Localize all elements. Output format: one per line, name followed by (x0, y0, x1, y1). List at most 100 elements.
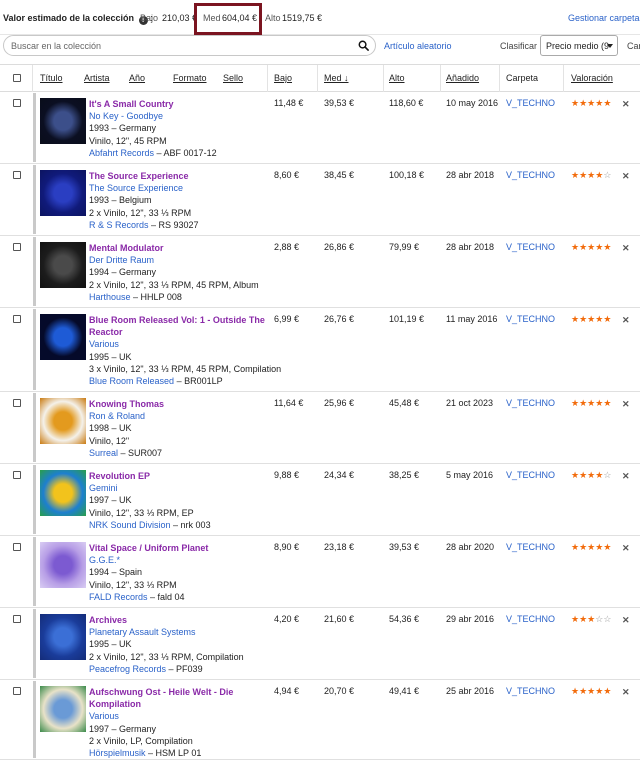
rating-stars[interactable]: ★★★★★ (571, 542, 611, 553)
release-title-link[interactable]: Mental Modulator (89, 242, 267, 254)
column-high[interactable]: Alto (389, 73, 405, 83)
search-input[interactable] (11, 39, 351, 52)
rating-stars[interactable]: ★★★★☆ (571, 170, 611, 181)
row-checkbox[interactable] (13, 399, 21, 407)
folder-link[interactable]: V_TECHNO (506, 542, 555, 552)
release-title-link[interactable]: Vital Space / Uniform Planet (89, 542, 267, 554)
row-checkbox[interactable] (13, 471, 21, 479)
release-label-link[interactable]: Peacefrog Records (89, 664, 166, 674)
row-checkbox[interactable] (13, 99, 21, 107)
release-title-link[interactable]: It's A Small Country (89, 98, 267, 110)
row-checkbox[interactable] (13, 543, 21, 551)
release-title-link[interactable]: Revolution EP (89, 470, 267, 482)
release-artist-link[interactable]: The Source Experience (89, 182, 267, 194)
star-icon[interactable]: ★ (579, 98, 587, 108)
row-drag-handle[interactable] (33, 309, 36, 390)
star-icon[interactable]: ★ (579, 470, 587, 480)
column-format[interactable]: Formato (173, 73, 207, 83)
column-label[interactable]: Sello (223, 73, 243, 83)
star-icon[interactable]: ★ (579, 614, 587, 624)
star-icon[interactable]: ★ (603, 398, 611, 408)
folder-link[interactable]: V_TECHNO (506, 614, 555, 624)
star-icon[interactable]: ☆ (603, 470, 611, 480)
star-icon[interactable]: ★ (603, 314, 611, 324)
release-thumbnail[interactable] (40, 686, 86, 732)
folder-link[interactable]: V_TECHNO (506, 170, 555, 180)
star-icon[interactable]: ★ (571, 686, 579, 696)
star-icon[interactable]: ☆ (603, 614, 611, 624)
manage-folders-link[interactable]: Gestionar carpetas (568, 13, 640, 23)
star-icon[interactable]: ★ (603, 686, 611, 696)
truncated-control-label[interactable]: Car (627, 41, 640, 51)
rating-stars[interactable]: ★★★★★ (571, 686, 611, 697)
release-label-link[interactable]: Surreal (89, 448, 118, 458)
star-icon[interactable]: ★ (571, 398, 579, 408)
release-thumbnail[interactable] (40, 398, 86, 444)
rating-stars[interactable]: ★★★★★ (571, 242, 611, 253)
row-checkbox[interactable] (13, 315, 21, 323)
remove-rating-icon[interactable]: ✕ (622, 243, 630, 254)
star-icon[interactable]: ★ (603, 542, 611, 552)
star-icon[interactable]: ★ (571, 470, 579, 480)
column-rating[interactable]: Valoración (571, 73, 613, 83)
remove-rating-icon[interactable]: ✕ (622, 171, 630, 182)
column-year[interactable]: Año (129, 73, 145, 83)
release-artist-link[interactable]: Ron & Roland (89, 410, 267, 422)
row-drag-handle[interactable] (33, 165, 36, 234)
remove-rating-icon[interactable]: ✕ (622, 315, 630, 326)
release-title-link[interactable]: Archives (89, 614, 267, 626)
release-thumbnail[interactable] (40, 170, 86, 216)
star-icon[interactable]: ★ (571, 98, 579, 108)
folder-link[interactable]: V_TECHNO (506, 686, 555, 696)
row-checkbox[interactable] (13, 687, 21, 695)
remove-rating-icon[interactable]: ✕ (622, 399, 630, 410)
star-icon[interactable]: ☆ (603, 170, 611, 180)
row-drag-handle[interactable] (33, 681, 36, 758)
release-artist-link[interactable]: Der Dritte Raum (89, 254, 267, 266)
release-thumbnail[interactable] (40, 242, 86, 288)
rating-stars[interactable]: ★★★★★ (571, 314, 611, 325)
release-artist-link[interactable]: No Key - Goodbye (89, 110, 267, 122)
release-title-link[interactable]: The Source Experience (89, 170, 267, 182)
star-icon[interactable]: ★ (579, 398, 587, 408)
rating-stars[interactable]: ★★★★★ (571, 98, 611, 109)
column-low[interactable]: Bajo (274, 73, 292, 83)
folder-link[interactable]: V_TECHNO (506, 98, 555, 108)
release-label-link[interactable]: Harthouse (89, 292, 131, 302)
folder-link[interactable]: V_TECHNO (506, 398, 555, 408)
search-box[interactable] (3, 35, 376, 56)
release-label-link[interactable]: Blue Room Released (89, 376, 174, 386)
folder-link[interactable]: V_TECHNO (506, 470, 555, 480)
folder-link[interactable]: V_TECHNO (506, 314, 555, 324)
release-thumbnail[interactable] (40, 542, 86, 588)
release-artist-link[interactable]: Various (89, 338, 267, 350)
release-label-link[interactable]: Hörspielmusik (89, 748, 146, 758)
star-icon[interactable]: ★ (571, 614, 579, 624)
column-title[interactable]: Título (40, 73, 63, 83)
row-checkbox[interactable] (13, 243, 21, 251)
release-title-link[interactable]: Knowing Thomas (89, 398, 267, 410)
row-drag-handle[interactable] (33, 609, 36, 678)
row-drag-handle[interactable] (33, 537, 36, 606)
star-icon[interactable]: ★ (579, 686, 587, 696)
row-drag-handle[interactable] (33, 393, 36, 462)
release-thumbnail[interactable] (40, 614, 86, 660)
rating-stars[interactable]: ★★★☆☆ (571, 614, 611, 625)
release-thumbnail[interactable] (40, 470, 86, 516)
folder-link[interactable]: V_TECHNO (506, 242, 555, 252)
sort-select[interactable]: Precio medio (9 (540, 35, 618, 56)
star-icon[interactable]: ★ (579, 170, 587, 180)
rating-stars[interactable]: ★★★★☆ (571, 470, 611, 481)
remove-rating-icon[interactable]: ✕ (622, 687, 630, 698)
search-icon[interactable] (358, 40, 369, 51)
release-artist-link[interactable]: Various (89, 710, 267, 722)
select-all-checkbox[interactable] (13, 74, 21, 82)
rating-stars[interactable]: ★★★★★ (571, 398, 611, 409)
star-icon[interactable]: ★ (579, 542, 587, 552)
star-icon[interactable]: ★ (571, 542, 579, 552)
release-label-link[interactable]: R & S Records (89, 220, 149, 230)
release-label-link[interactable]: FALD Records (89, 592, 148, 602)
release-label-link[interactable]: NRK Sound Division (89, 520, 171, 530)
release-artist-link[interactable]: Planetary Assault Systems (89, 626, 267, 638)
remove-rating-icon[interactable]: ✕ (622, 99, 630, 110)
